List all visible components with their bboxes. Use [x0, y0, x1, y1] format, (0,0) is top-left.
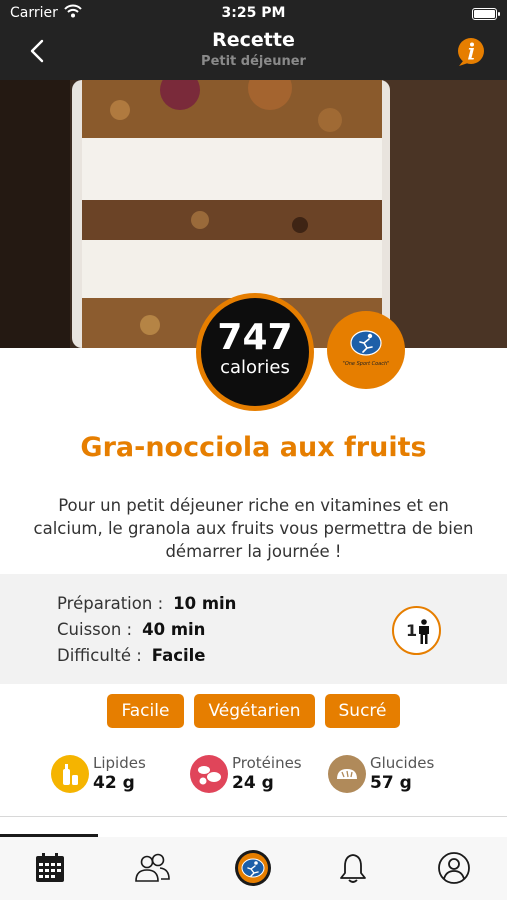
battery-icon — [472, 8, 500, 20]
calories-value: 747 — [217, 317, 293, 358]
page-title: Recette — [212, 29, 295, 51]
clock: 3:25 PM — [221, 5, 286, 21]
runner-logo-icon — [350, 330, 382, 356]
protein-icon — [190, 755, 228, 793]
recipe-description: Pour un petit déjeuner riche en vitamine… — [33, 496, 474, 561]
tab-community[interactable] — [101, 837, 202, 900]
nav-bar: Recette Petit déjeuner — [0, 28, 507, 80]
profile-icon — [438, 852, 470, 884]
calories-unit: calories — [220, 357, 290, 378]
cooking-label: Cuisson : — [57, 620, 133, 639]
person-icon — [419, 619, 429, 644]
status-bar: Carrier 3:25 PM — [0, 0, 507, 28]
calendar-icon — [36, 853, 64, 882]
calories-badge: 747 calories — [196, 293, 314, 411]
tab-coach[interactable] — [202, 837, 303, 900]
oil-bottle-icon — [51, 755, 89, 793]
difficulty-row: Difficulté : Facile — [57, 646, 206, 665]
servings-button[interactable]: 1 — [392, 606, 441, 655]
tab-profile[interactable] — [404, 837, 505, 900]
info-button[interactable] — [455, 36, 487, 68]
coach-logo: "One Sport Coach" — [327, 311, 405, 389]
tag-facile[interactable]: Facile — [107, 694, 184, 728]
difficulty-label: Difficulté : — [57, 646, 142, 665]
tab-calendar[interactable] — [0, 837, 101, 900]
divider — [0, 816, 507, 817]
tag-sucre[interactable]: Sucré — [325, 694, 400, 728]
nutrient-glucides: Glucides 57 g — [328, 752, 448, 798]
preparation-row: Préparation : 10 min — [57, 594, 236, 613]
nutrient-label: Lipides — [93, 754, 146, 772]
page-subtitle: Petit déjeuner — [201, 54, 306, 69]
tab-bar — [0, 837, 507, 900]
coach-logo-icon — [235, 850, 271, 886]
tab-notifications[interactable] — [303, 837, 404, 900]
community-icon — [135, 853, 170, 882]
nutrient-label: Glucides — [370, 754, 435, 772]
preparation-value: 10 min — [173, 594, 237, 613]
cooking-row: Cuisson : 40 min — [57, 620, 205, 639]
difficulty-value: Facile — [151, 646, 206, 665]
info-icon — [458, 38, 484, 66]
tag-vegetarien[interactable]: Végétarien — [194, 694, 315, 728]
preparation-label: Préparation : — [57, 594, 164, 613]
servings-count: 1 — [406, 621, 418, 640]
nutrient-proteines: Protéines 24 g — [190, 752, 310, 798]
cooking-value: 40 min — [142, 620, 206, 639]
bell-icon — [340, 854, 366, 883]
nutrient-value: 42 g — [93, 773, 135, 793]
nutrient-value: 24 g — [232, 773, 274, 793]
coach-logo-caption: "One Sport Coach" — [342, 361, 390, 367]
nutrient-lipides: Lipides 42 g — [51, 752, 171, 798]
bread-icon — [328, 755, 366, 793]
nutrient-label: Protéines — [232, 754, 302, 772]
recipe-title: Gra-nocciola aux fruits — [80, 432, 427, 463]
nutrient-value: 57 g — [370, 773, 412, 793]
